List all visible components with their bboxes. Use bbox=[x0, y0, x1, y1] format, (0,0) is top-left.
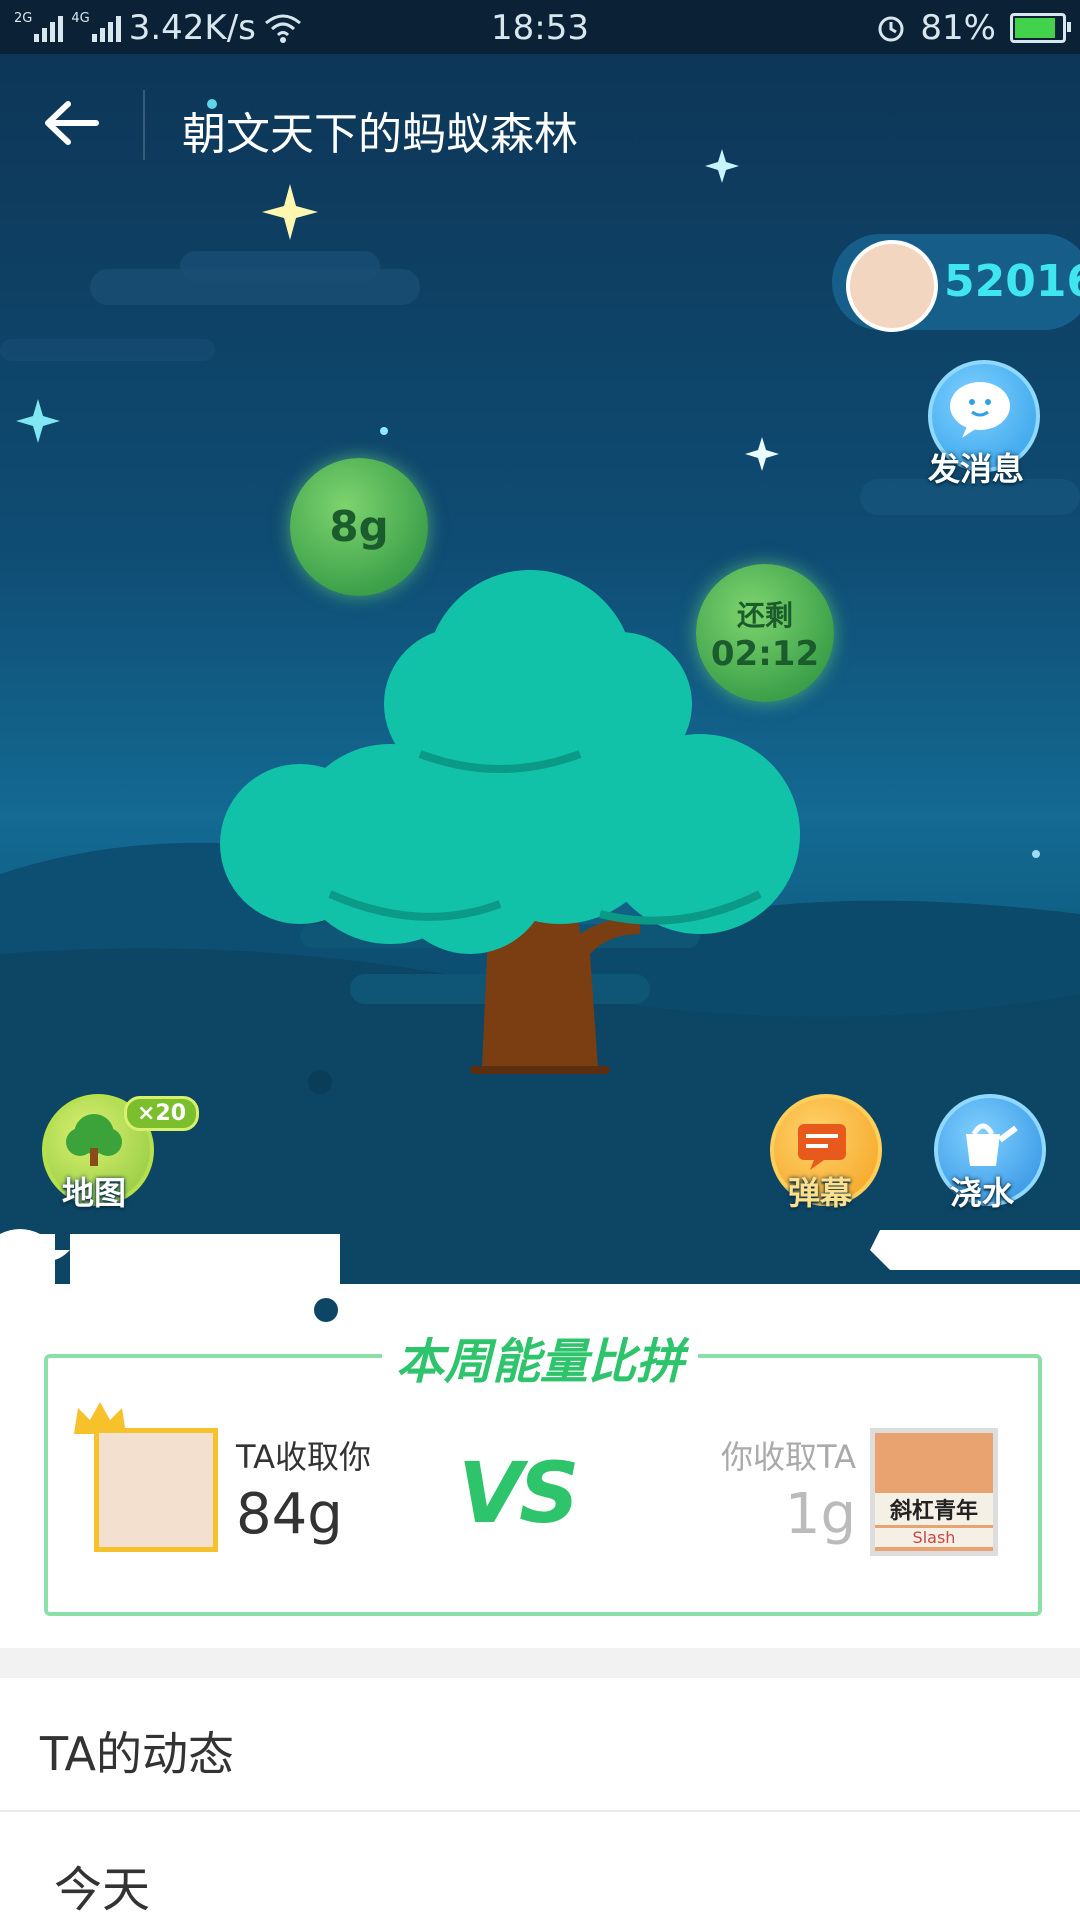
forest-scene: 朝文天下的蚂蚁森林 52016g 发消息 8g 还剩 02:12 ×20 地图 … bbox=[0, 54, 1080, 1284]
section-separator bbox=[0, 1648, 1080, 1678]
energy-bubble-countdown[interactable]: 还剩 02:12 bbox=[696, 564, 834, 702]
user-avatar-book: 斜杠青年 Slash bbox=[870, 1428, 998, 1556]
title-divider bbox=[143, 90, 145, 160]
send-message-label: 发消息 bbox=[928, 450, 1025, 488]
friend-energy-badge[interactable]: 52016g bbox=[832, 234, 1080, 332]
status-bar: 2G 4G 3.42K/s 18:53 81% bbox=[0, 0, 1080, 54]
you-collect-value: 1g bbox=[784, 1482, 856, 1547]
weekly-competition-title: 本周能量比拼 bbox=[381, 1334, 698, 1390]
activity-title: TA的动态 bbox=[40, 1727, 234, 1781]
map-badge: ×20 bbox=[124, 1096, 200, 1131]
danmaku-label: 弹幕 bbox=[788, 1174, 853, 1212]
book-subtitle: Slash bbox=[875, 1528, 993, 1547]
energy-bubble-value: 8g bbox=[329, 502, 389, 551]
you-collect-label: 你收取TA bbox=[721, 1438, 856, 1476]
battery-percent: 81% bbox=[920, 8, 996, 48]
friend-energy-value: 52016g bbox=[944, 256, 1080, 307]
battery-icon bbox=[1010, 13, 1071, 43]
book-title: 斜杠青年 bbox=[875, 1493, 993, 1525]
back-arrow-icon[interactable] bbox=[40, 98, 100, 148]
friend-avatar bbox=[846, 240, 938, 332]
alarm-icon bbox=[878, 16, 904, 42]
map-label: 地图 bbox=[62, 1174, 127, 1212]
page-title: 朝文天下的蚂蚁森林 bbox=[182, 109, 578, 160]
weekly-competition-title-wrap: 本周能量比拼 bbox=[0, 1322, 1080, 1392]
countdown-label: 还剩 bbox=[736, 599, 793, 632]
weekly-competition-card[interactable]: TA收取你 84g VS 你收取TA 1g 斜杠青年 Slash bbox=[44, 1354, 1042, 1616]
activity-today-label: 今天 bbox=[54, 1862, 151, 1918]
countdown-time: 02:12 bbox=[710, 634, 820, 674]
friend-collect-label: TA收取你 bbox=[236, 1438, 371, 1476]
activity-header: TA的动态 bbox=[0, 1678, 1080, 1812]
friend-collect-value: 84g bbox=[236, 1482, 343, 1547]
top-bar: 朝文天下的蚂蚁森林 bbox=[0, 54, 1080, 184]
friend-avatar-large bbox=[94, 1428, 218, 1552]
vs-label: VS bbox=[458, 1444, 579, 1542]
water-label: 浇水 bbox=[950, 1174, 1015, 1212]
energy-bubble[interactable]: 8g bbox=[290, 458, 428, 596]
activity-today-row: 今天 bbox=[0, 1812, 1080, 1920]
